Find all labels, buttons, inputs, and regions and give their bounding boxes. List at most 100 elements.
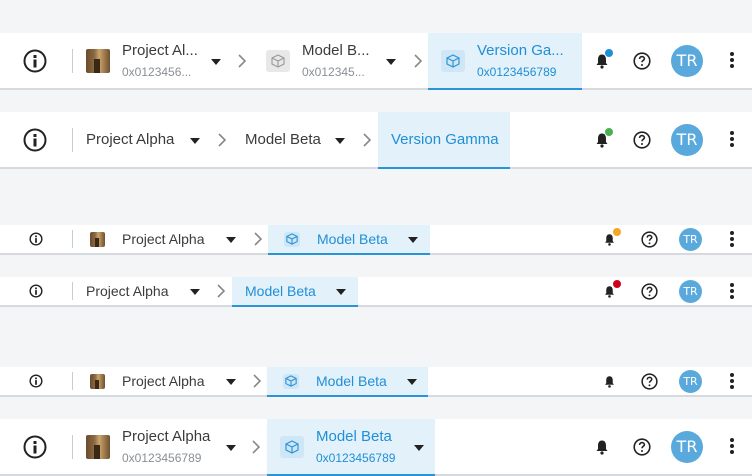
breadcrumb-project-label: Project Al... (122, 42, 198, 59)
avatar[interactable]: TR (679, 370, 702, 393)
breadcrumb-model-id: 0x012345... (302, 65, 365, 79)
info-logo-icon[interactable] (29, 284, 43, 298)
more-vertical-icon[interactable] (729, 131, 735, 147)
header-divider (72, 49, 73, 73)
breadcrumb-model-label: Model B... (302, 42, 370, 59)
version-thumbnail (441, 50, 465, 72)
breadcrumb-project[interactable]: Project Alpha (84, 225, 239, 253)
breadcrumb-model-label: Model Beta (317, 231, 388, 247)
breadcrumb-model-label: Model Beta (316, 373, 387, 389)
model-thumbnail (266, 50, 290, 72)
caret-down-icon[interactable] (226, 445, 236, 451)
notification-dot (613, 228, 621, 236)
caret-down-icon[interactable] (414, 445, 424, 451)
bell-icon[interactable] (594, 439, 610, 455)
help-circle-icon[interactable] (633, 131, 651, 149)
chevron-right-icon (414, 54, 423, 68)
caret-down-icon[interactable] (226, 379, 236, 385)
chevron-right-icon (238, 54, 247, 68)
breadcrumb-model[interactable]: Model Beta (232, 277, 358, 307)
cube-icon (271, 54, 285, 68)
header-bar-3: Project Alpha Model Beta TR (0, 225, 752, 255)
cube-icon (286, 233, 298, 245)
breadcrumb-version[interactable]: Version Gamma (378, 112, 510, 169)
avatar[interactable]: TR (671, 431, 703, 463)
info-logo-icon[interactable] (23, 128, 47, 152)
header-bar-6: Project Alpha 0x0123456789 Model Beta 0x… (0, 419, 752, 476)
project-thumbnail (90, 232, 105, 247)
chevron-right-icon (218, 133, 227, 147)
breadcrumb-project-label: Project Alpha (122, 231, 205, 247)
caret-down-icon[interactable] (336, 289, 346, 295)
model-thumbnail (284, 232, 300, 247)
bell-icon[interactable] (603, 375, 616, 388)
breadcrumb-project[interactable]: Project Alpha (80, 277, 210, 305)
caret-down-icon[interactable] (386, 59, 396, 65)
breadcrumb-model[interactable]: Model Beta (268, 225, 430, 255)
more-vertical-icon[interactable] (729, 283, 735, 299)
avatar[interactable]: TR (679, 280, 702, 303)
header-bar-5: Project Alpha Model Beta TR (0, 367, 752, 397)
header-divider (72, 282, 73, 300)
breadcrumb-project-id: 0x0123456789 (122, 451, 202, 465)
caret-down-icon[interactable] (190, 138, 200, 144)
breadcrumb-project[interactable]: Project Al... 0x0123456... (80, 33, 230, 88)
cube-icon (446, 54, 460, 68)
breadcrumb-version[interactable]: Version Ga... 0x0123456789 (428, 33, 582, 90)
breadcrumb-project[interactable]: Project Alpha (80, 112, 210, 167)
help-circle-icon[interactable] (641, 231, 658, 248)
breadcrumb-version-label: Version Gamma (391, 131, 499, 148)
breadcrumb-model[interactable]: Model B... 0x012345... (258, 33, 408, 88)
project-thumbnail (86, 435, 110, 459)
cube-icon (285, 375, 297, 387)
more-vertical-icon[interactable] (729, 373, 735, 389)
breadcrumb-project-label: Project Alpha (122, 373, 205, 389)
caret-down-icon[interactable] (226, 237, 236, 243)
header-divider (72, 230, 73, 248)
caret-down-icon[interactable] (190, 289, 200, 295)
breadcrumb-project-label: Project Alpha (122, 428, 211, 445)
avatar[interactable]: TR (671, 124, 703, 156)
more-vertical-icon[interactable] (729, 438, 735, 454)
caret-down-icon[interactable] (407, 379, 417, 385)
breadcrumb-model[interactable]: Model Beta 0x0123456789 (267, 419, 435, 476)
info-logo-icon[interactable] (29, 374, 43, 388)
cube-icon (285, 440, 299, 454)
help-circle-icon[interactable] (633, 438, 651, 456)
notification-dot (605, 128, 613, 136)
notification-dot (613, 280, 621, 288)
breadcrumb-project[interactable]: Project Alpha 0x0123456789 (80, 419, 245, 474)
info-logo-icon[interactable] (23, 49, 47, 73)
avatar[interactable]: TR (671, 45, 703, 77)
breadcrumb-version-label: Version Ga... (477, 42, 564, 59)
model-thumbnail (280, 436, 304, 458)
help-circle-icon[interactable] (641, 283, 658, 300)
caret-down-icon[interactable] (211, 59, 221, 65)
help-circle-icon[interactable] (641, 373, 658, 390)
info-logo-icon[interactable] (23, 435, 47, 459)
avatar[interactable]: TR (679, 228, 702, 251)
breadcrumb-project-label: Project Alpha (86, 131, 175, 148)
more-vertical-icon[interactable] (729, 231, 735, 247)
notification-dot (605, 49, 613, 57)
breadcrumb-project-id: 0x0123456... (122, 65, 192, 79)
breadcrumb-project[interactable]: Project Alpha (84, 367, 239, 395)
breadcrumb-project-label: Project Alpha (86, 283, 169, 299)
breadcrumb-model-id: 0x0123456789 (316, 451, 396, 465)
caret-down-icon[interactable] (408, 237, 418, 243)
more-vertical-icon[interactable] (729, 52, 735, 68)
chevron-right-icon (253, 374, 262, 388)
header-bar-1: Project Al... 0x0123456... Model B... 0x… (0, 33, 752, 90)
info-logo-icon[interactable] (29, 232, 43, 246)
header-bar-4: Project Alpha Model Beta TR (0, 277, 752, 307)
header-bar-2: Project Alpha Model Beta Version Gamma T… (0, 112, 752, 169)
caret-down-icon[interactable] (335, 138, 345, 144)
help-circle-icon[interactable] (633, 52, 651, 70)
model-thumbnail (283, 374, 299, 389)
breadcrumb-model[interactable]: Model Beta (267, 367, 428, 397)
breadcrumb-version-id: 0x0123456789 (477, 65, 557, 79)
header-divider (72, 128, 73, 152)
breadcrumb-model[interactable]: Model Beta (238, 112, 353, 167)
breadcrumb-model-label: Model Beta (316, 428, 392, 445)
header-divider (72, 372, 73, 390)
